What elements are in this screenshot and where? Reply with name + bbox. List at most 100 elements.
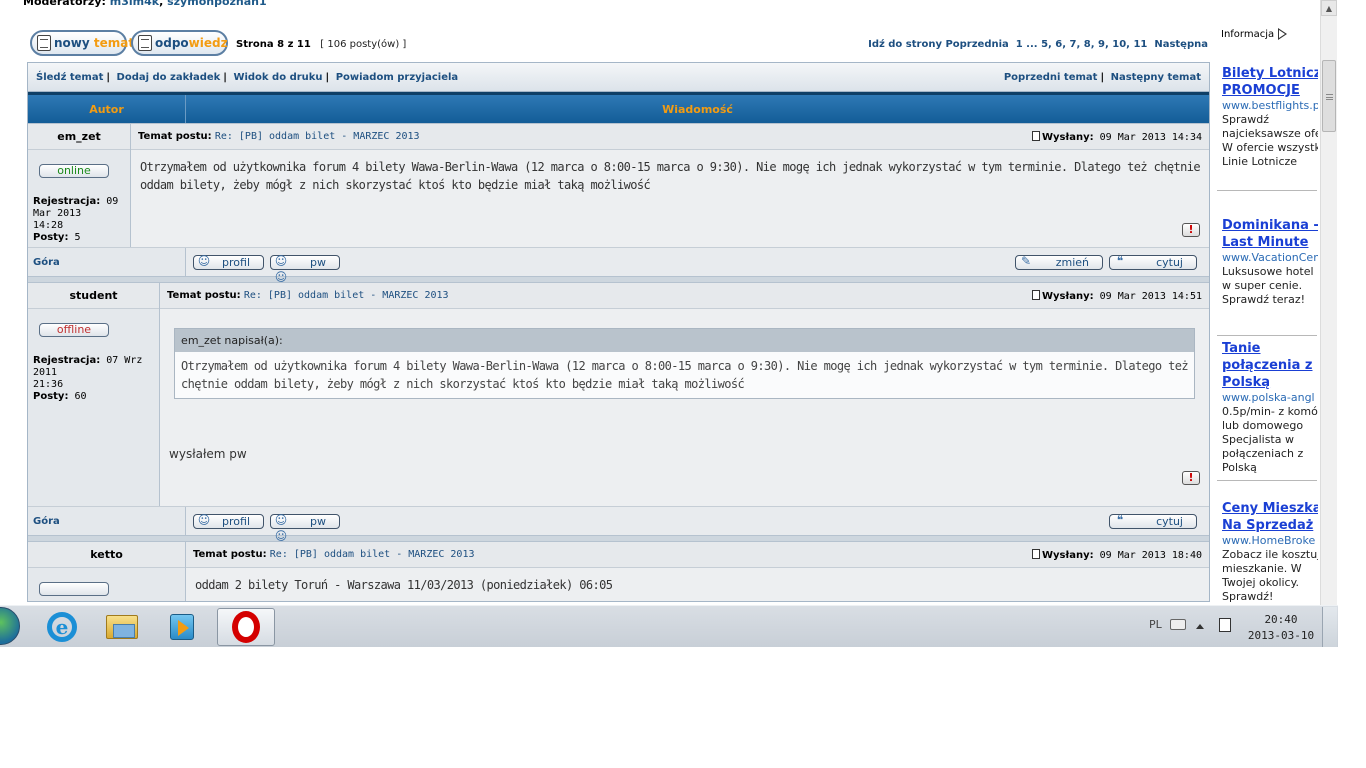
post: student offline Rejestracja: 07 Wrz 2011…: [28, 282, 1209, 506]
ad-title[interactable]: Dominikana -: [1222, 217, 1318, 234]
start-button-icon[interactable]: [0, 607, 20, 645]
notify-friend-link[interactable]: Powiadom przyjaciela: [336, 72, 458, 83]
quote-icon: ❝: [1116, 254, 1124, 268]
author-info: Rejestracja: 09 Mar 2013 14:28 Posty: 5: [33, 196, 119, 243]
moderators-line: Moderatorzy: m3lm4k, szymonpoznan1: [23, 0, 267, 8]
post: em_zet online Rejestracja: 09 Mar 2013 1…: [28, 123, 1209, 247]
post-author-cell: em_zet online Rejestracja: 09 Mar 2013 1…: [28, 124, 132, 247]
post-author-name[interactable]: student: [28, 283, 160, 309]
show-desktop-button[interactable]: [1322, 607, 1337, 647]
internet-explorer-icon[interactable]: e: [34, 608, 90, 646]
bookmark-link[interactable]: Dodaj do zakładek: [117, 72, 221, 83]
clock[interactable]: 20:40 2013-03-10: [1247, 612, 1315, 644]
user-icon: ☺: [197, 513, 211, 527]
moderator-link-m3lm4k[interactable]: m3lm4k: [110, 0, 159, 8]
pm-button[interactable]: ☺☺ pw: [270, 254, 340, 284]
users-icon: ☺☺: [274, 254, 288, 284]
new-topic-button[interactable]: nowy temat: [30, 30, 134, 56]
moderators-label: Moderatorzy:: [23, 0, 106, 8]
scroll-up-icon[interactable]: ▲: [1321, 0, 1337, 16]
back-to-top-link[interactable]: Góra: [28, 248, 186, 276]
ad-url[interactable]: www.bestflights.pl: [1222, 99, 1318, 113]
post-date: 09 Mar 2013 14:51: [1099, 290, 1202, 302]
author-info: Rejestracja: 07 Wrz 2011 21:36 Posty: 60: [33, 355, 143, 402]
ad-item[interactable]: Dominikana - Last Minute www.VacationCen…: [1222, 217, 1318, 307]
post: ketto Temat postu: Re: [PB] oddam bilet …: [28, 541, 1209, 601]
status-badge: [39, 582, 109, 596]
post-header: Temat postu: Re: [PB] oddam bilet - MARZ…: [160, 283, 1209, 309]
edit-icon: ✎: [1020, 254, 1032, 268]
network-icon[interactable]: [1219, 618, 1231, 632]
post-subject-link[interactable]: Re: [PB] oddam bilet - MARZEC 2013: [244, 290, 449, 301]
print-view-link[interactable]: Widok do druku: [233, 72, 322, 83]
post-subject-link[interactable]: Re: [PB] oddam bilet - MARZEC 2013: [215, 131, 420, 142]
previous-topic-link[interactable]: Poprzedni temat: [1004, 72, 1098, 83]
keyboard-icon[interactable]: [1170, 619, 1186, 630]
ad-info-icon[interactable]: [1278, 28, 1287, 40]
media-player-icon[interactable]: [154, 608, 210, 646]
edit-button[interactable]: ✎ zmień: [1015, 254, 1103, 270]
post-document-icon[interactable]: [1032, 130, 1040, 141]
file-explorer-icon[interactable]: [94, 608, 150, 646]
moderator-link-szymonpoznan1[interactable]: szymonpoznan1: [167, 0, 267, 8]
scrollbar-thumb[interactable]: [1322, 60, 1336, 132]
post-date: 09 Mar 2013 18:40: [1099, 549, 1202, 561]
pm-button[interactable]: ☺☺ pw: [270, 513, 340, 543]
post-subject-link[interactable]: Re: [PB] oddam bilet - MARZEC 2013: [270, 549, 475, 560]
ad-title[interactable]: Tanie: [1222, 340, 1318, 357]
ad-url[interactable]: www.polska-angl: [1222, 391, 1318, 405]
quote-button[interactable]: ❝ cytuj: [1109, 254, 1197, 270]
post-author-cell: ketto: [28, 542, 186, 601]
browser-viewport: Moderatorzy: m3lm4k, szymonpoznan1 nowy …: [0, 0, 1338, 605]
post-author-name[interactable]: em_zet: [28, 124, 131, 150]
post-document-icon[interactable]: [1032, 289, 1040, 300]
language-indicator[interactable]: PL: [1149, 618, 1162, 631]
vertical-scrollbar[interactable]: ▲: [1320, 0, 1337, 605]
quote-block: em_zet napisał(a): Otrzymałem od użytkow…: [174, 328, 1195, 399]
back-to-top-link[interactable]: Góra: [28, 507, 186, 535]
opera-browser-icon[interactable]: [217, 608, 275, 646]
ad-title[interactable]: Ceny Mieszka: [1222, 500, 1318, 517]
topic-table: Śledź temat | Dodaj do zakładek | Widok do…: [27, 62, 1210, 602]
ad-item[interactable]: Tanie połączenia z Polską www.polska-ang…: [1222, 340, 1318, 475]
ads-column: Informacja Bilety Lotnicze PROMOCJE www.…: [1216, 22, 1318, 605]
status-badge: online: [39, 164, 109, 178]
post-header: Temat postu: Re: [PB] oddam bilet - MARZ…: [131, 124, 1209, 150]
ad-url[interactable]: www.HomeBroke: [1222, 534, 1318, 548]
post-author-cell: student offline Rejestracja: 07 Wrz 2011…: [28, 283, 161, 506]
screen: Moderatorzy: m3lm4k, szymonpoznan1 nowy …: [0, 0, 1366, 768]
taskbar: e PL 20:40 2013-03-10: [0, 605, 1338, 647]
status-badge: offline: [39, 323, 109, 337]
show-hidden-icons-icon[interactable]: [1196, 624, 1204, 629]
post-author-name[interactable]: ketto: [28, 542, 185, 568]
page-info: Strona 8 z 11 [ 106 posty(ów) ]: [236, 39, 407, 50]
ad-title[interactable]: Bilety Lotnicze: [1222, 65, 1318, 82]
report-post-button[interactable]: !: [1182, 223, 1200, 237]
new-topic-icon: [37, 35, 51, 51]
post-date: 09 Mar 2013 14:34: [1099, 131, 1202, 143]
quote-icon: ❝: [1116, 513, 1124, 527]
quote-button[interactable]: ❝ cytuj: [1109, 513, 1197, 529]
pagination[interactable]: Idź do strony Poprzednia 1 ... 5, 6, 7, …: [868, 39, 1208, 50]
ad-item[interactable]: Ceny Mieszka Na Sprzedaż www.HomeBroke Z…: [1222, 500, 1318, 604]
posts-count: [ 106 posty(ów) ]: [320, 39, 407, 50]
ads-label[interactable]: Informacja: [1221, 29, 1274, 40]
topic-navbar: Śledź temat | Dodaj do zakładek | Widok do…: [28, 63, 1209, 92]
post-footer: Góra ☺ profil ☺☺ pw ❝ cytuj: [28, 506, 1209, 543]
message-column-header: Wiadomość: [662, 102, 733, 116]
post-body: oddam 2 bilety Toruń - Warszawa 11/03/20…: [195, 578, 613, 592]
reply-icon: [138, 35, 152, 51]
post-document-icon[interactable]: [1032, 548, 1040, 559]
profile-button[interactable]: ☺ profil: [193, 513, 264, 529]
reply-button[interactable]: odpowiedz: [131, 30, 228, 56]
post-footer: Góra ☺ profil ☺☺ pw ✎ zmień ❝ cytuj: [28, 247, 1209, 284]
ad-item[interactable]: Bilety Lotnicze PROMOCJE www.bestflights…: [1222, 65, 1318, 169]
quote-text: Otrzymałem od użytkownika forum 4 bilety…: [181, 359, 1189, 391]
profile-button[interactable]: ☺ profil: [193, 254, 264, 270]
post-message-cell: Temat postu: Re: [PB] oddam bilet - MARZ…: [131, 124, 1209, 247]
watch-topic-link[interactable]: Śledź temat: [36, 72, 103, 83]
next-topic-link[interactable]: Następny temat: [1111, 72, 1201, 83]
report-post-button[interactable]: !: [1182, 471, 1200, 485]
table-header: Autor Wiadomość: [28, 92, 1209, 123]
ad-url[interactable]: www.VacationCen: [1222, 251, 1318, 265]
